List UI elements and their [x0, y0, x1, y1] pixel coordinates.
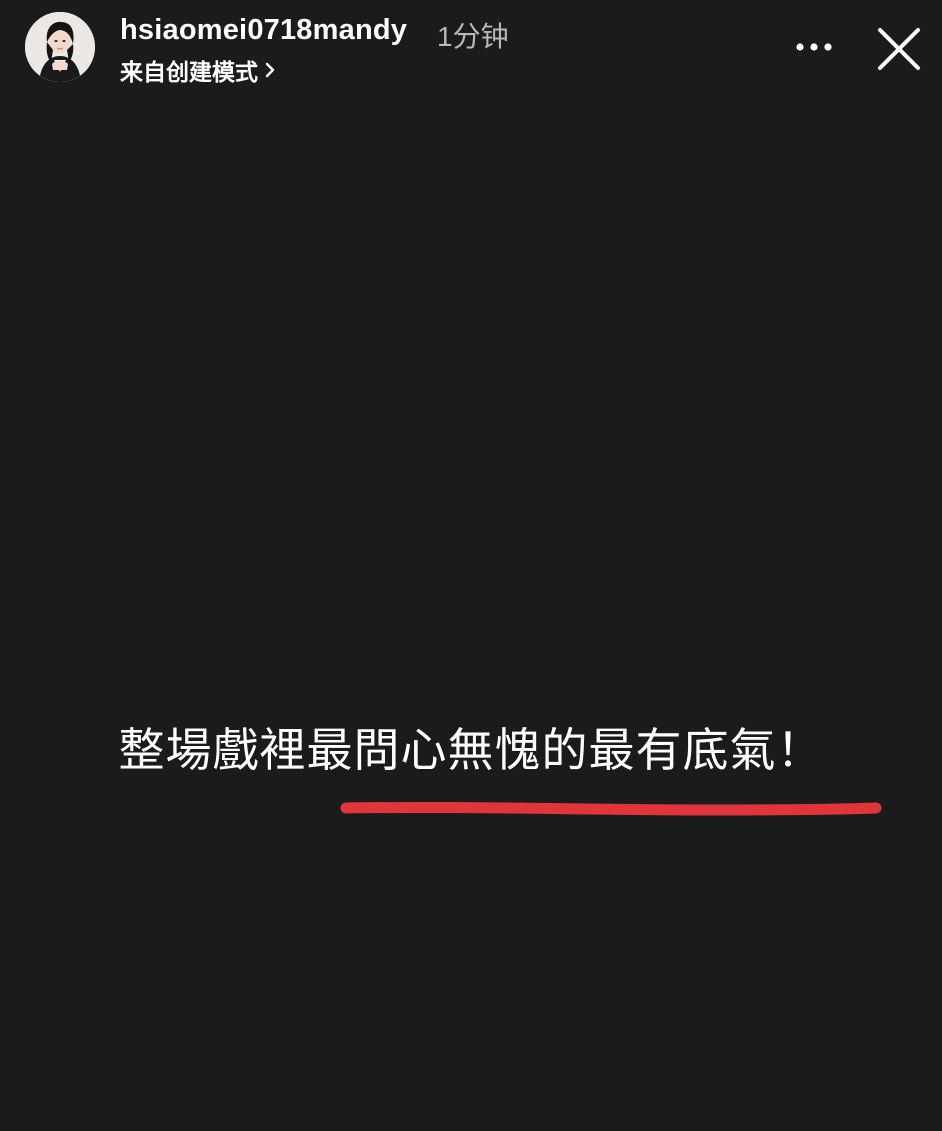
close-button[interactable]: [872, 22, 926, 76]
close-icon: [878, 28, 920, 70]
username[interactable]: hsiaomei0718mandy: [120, 14, 407, 47]
create-mode-label: 来自创建模式: [120, 59, 258, 85]
avatar-image: [25, 12, 95, 82]
more-options-button[interactable]: [790, 32, 838, 62]
red-underline-mark: [338, 796, 884, 822]
timestamp: 1分钟: [437, 21, 509, 52]
avatar[interactable]: [25, 12, 95, 82]
create-mode-link[interactable]: 来自创建模式: [120, 53, 276, 87]
story-header: hsiaomei0718mandy 1分钟 来自创建模式: [0, 0, 942, 100]
story-caption-text: 整場戲裡最問心無愧的最有底氣！: [118, 723, 824, 777]
story-viewer: hsiaomei0718mandy 1分钟 来自创建模式 整場戲裡最問心無愧的最…: [0, 0, 942, 1131]
chevron-right-icon: [264, 60, 276, 80]
more-dots-icon: [796, 43, 832, 51]
